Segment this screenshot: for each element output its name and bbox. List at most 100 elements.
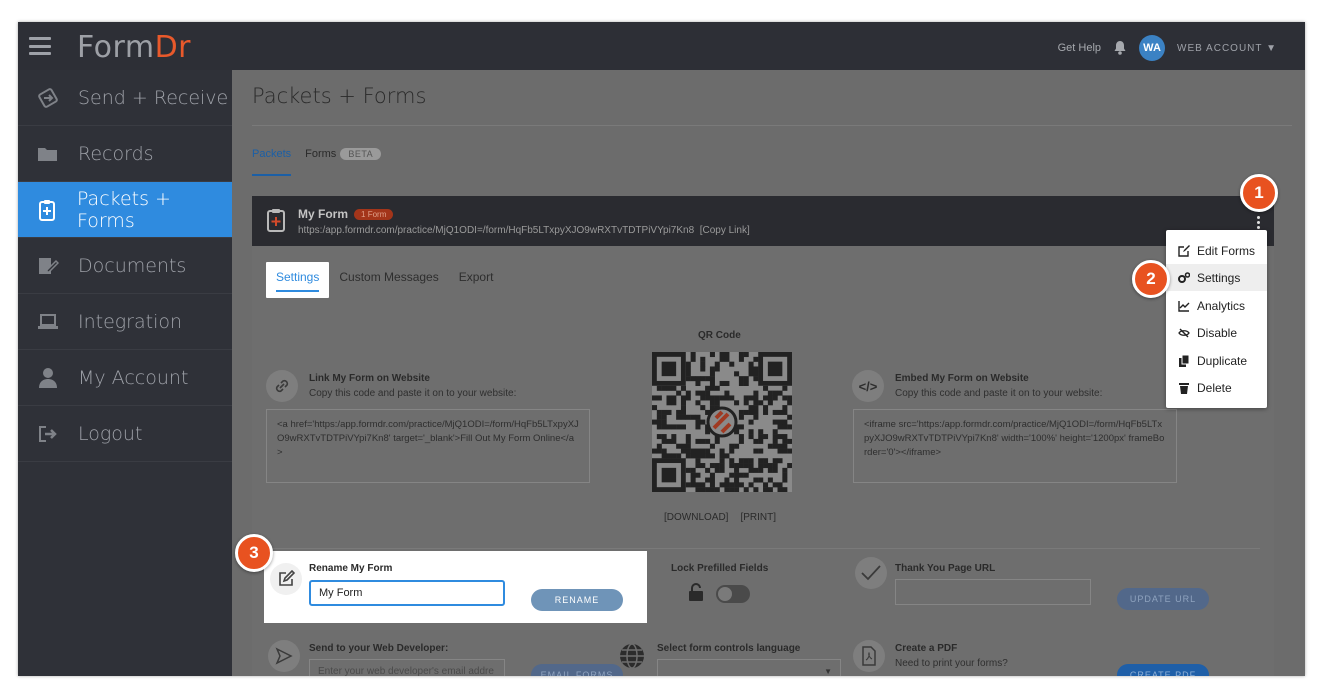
sidebar-item-my-account[interactable]: My Account <box>18 350 232 406</box>
embed-code-box[interactable]: <iframe src='https:/app.formdr.com/pract… <box>853 409 1177 483</box>
edit-icon <box>270 563 302 595</box>
logout-icon <box>18 425 78 443</box>
copy-link-button[interactable]: [Copy Link] <box>700 225 750 236</box>
rename-title: Rename My Form <box>309 563 393 574</box>
email-forms-button[interactable]: EMAIL FORMS <box>531 664 623 676</box>
developer-email-input[interactable]: Enter your web developer's email addre <box>309 659 505 676</box>
step-marker-2: 2 <box>1132 260 1170 298</box>
tab-export[interactable]: Export <box>449 262 504 298</box>
code-icon: </> <box>852 370 884 402</box>
menu-item-edit-forms[interactable]: Edit Forms <box>1166 237 1267 264</box>
checkmark-icon <box>855 557 887 589</box>
menu-item-duplicate[interactable]: Duplicate <box>1166 347 1267 374</box>
app-logo[interactable]: FormDr <box>77 30 191 65</box>
lock-title: Lock Prefilled Fields <box>671 563 769 574</box>
link-icon <box>266 370 298 402</box>
send-receive-icon <box>18 87 78 109</box>
thank-you-url-input[interactable] <box>895 579 1091 605</box>
menu-item-analytics[interactable]: Analytics <box>1166 292 1267 319</box>
avatar[interactable]: WA <box>1139 35 1166 61</box>
sidebar-item-label: Packets + Forms <box>76 187 171 232</box>
sidebar-item-label: My Account <box>78 366 189 389</box>
link-code-box[interactable]: <a href='https:/app.formdr.com/practice/… <box>266 409 590 483</box>
sidebar-item-packets-forms[interactable]: Packets + Forms <box>18 182 232 238</box>
pdf-title: Create a PDF <box>895 643 958 654</box>
folder-icon <box>18 145 78 163</box>
menu-item-label: Duplicate <box>1197 353 1248 368</box>
qr-code-image <box>652 352 793 493</box>
pdf-icon <box>853 640 885 672</box>
download-qr-link[interactable]: [DOWNLOAD] <box>664 512 728 523</box>
embed-section-subtitle: Copy this code and paste it on to your w… <box>895 388 1103 399</box>
sidebar-item-label: Integration <box>78 310 183 333</box>
qr-code-label: QR Code <box>698 330 741 341</box>
menu-item-label: Disable <box>1197 325 1238 340</box>
sidebar-item-label: Send + Receive <box>78 86 229 109</box>
eye-slash-icon <box>1178 327 1190 339</box>
trash-icon <box>1178 382 1190 394</box>
step-marker-1: 1 <box>1240 174 1278 212</box>
menu-item-label: Settings <box>1197 270 1241 285</box>
hamburger-menu-icon[interactable] <box>29 37 51 55</box>
update-url-button[interactable]: UPDATE URL <box>1117 588 1209 610</box>
link-section-subtitle: Copy this code and paste it on to your w… <box>309 388 517 399</box>
print-qr-link[interactable]: [PRINT] <box>740 512 776 523</box>
tab-bar: Packets Forms BETA <box>252 148 382 176</box>
tab-forms-label: Forms <box>305 148 337 160</box>
rename-button[interactable]: RENAME <box>531 589 623 611</box>
laptop-icon <box>18 313 78 331</box>
app-window: FormDr Get Help WA WEB ACCOUNT ▼ Send + … <box>18 22 1305 676</box>
page-title: Packets + Forms <box>252 84 427 108</box>
top-bar: FormDr Get Help WA WEB ACCOUNT ▼ <box>18 22 1305 70</box>
sidebar-item-send-receive[interactable]: Send + Receive <box>18 70 232 126</box>
more-options-icon[interactable] <box>1257 216 1260 229</box>
sidebar-item-label: Documents <box>78 254 187 277</box>
rename-input[interactable] <box>309 580 505 606</box>
bell-icon[interactable] <box>1113 40 1127 56</box>
logo-dr-text: Dr <box>154 30 192 65</box>
globe-icon <box>616 640 648 672</box>
form-url: https:/app.formdr.com/practice/MjQ1ODI=/… <box>298 225 695 236</box>
tab-packets[interactable]: Packets <box>252 148 292 176</box>
menu-item-label: Edit Forms <box>1197 243 1256 258</box>
sidebar-item-records[interactable]: Records <box>18 126 232 182</box>
account-dropdown[interactable]: WEB ACCOUNT ▼ <box>1177 43 1277 54</box>
menu-item-disable[interactable]: Disable <box>1166 319 1267 346</box>
sidebar-item-integration[interactable]: Integration <box>18 294 232 350</box>
sidebar-item-logout[interactable]: Logout <box>18 406 232 462</box>
menu-item-label: Delete <box>1197 380 1232 395</box>
developer-title: Send to your Web Developer: <box>309 643 449 654</box>
copy-icon <box>1178 354 1190 367</box>
lock-toggle[interactable] <box>716 585 750 603</box>
form-header: My Form 1 Form https:/app.formdr.com/prac… <box>252 196 1274 246</box>
edit-icon <box>1178 244 1190 257</box>
cogs-icon <box>1178 271 1190 284</box>
tab-custom-messages[interactable]: Custom Messages <box>329 262 448 298</box>
beta-badge: BETA <box>340 148 382 160</box>
menu-item-settings[interactable]: Settings <box>1166 264 1267 291</box>
chart-line-icon <box>1178 300 1190 312</box>
rename-panel: Rename My Form RENAME <box>264 551 647 623</box>
main-content: Packets + Forms Packets Forms BETA My For… <box>232 70 1305 676</box>
user-icon <box>18 367 78 389</box>
sidebar-item-documents[interactable]: Documents <box>18 238 232 294</box>
link-section-title: Link My Form on Website <box>309 373 430 384</box>
create-pdf-button[interactable]: CREATE PDF <box>1117 664 1209 676</box>
pdf-subtitle: Need to print your forms? <box>895 658 1008 669</box>
settings-card: Settings Custom Messages Export Link My … <box>252 246 1274 676</box>
sidebar: Send + Receive Records Packets + Forms D… <box>18 70 232 676</box>
tab-settings[interactable]: Settings <box>266 262 330 298</box>
embed-section-title: Embed My Form on Website <box>895 373 1029 384</box>
form-count-badge: 1 Form <box>354 209 394 220</box>
tab-settings-label: Settings <box>276 270 320 292</box>
thank-you-title: Thank You Page URL <box>895 563 996 574</box>
document-edit-icon <box>18 256 78 276</box>
clipboard-icon <box>266 208 286 237</box>
menu-item-delete[interactable]: Delete <box>1166 374 1267 401</box>
sub-tab-bar: Settings Custom Messages Export <box>266 262 503 298</box>
sidebar-item-label: Logout <box>78 422 143 445</box>
get-help-link[interactable]: Get Help <box>1058 42 1101 54</box>
divider <box>266 548 1260 549</box>
language-select[interactable]: ▼ <box>657 659 841 676</box>
tab-forms[interactable]: Forms BETA <box>305 148 382 176</box>
